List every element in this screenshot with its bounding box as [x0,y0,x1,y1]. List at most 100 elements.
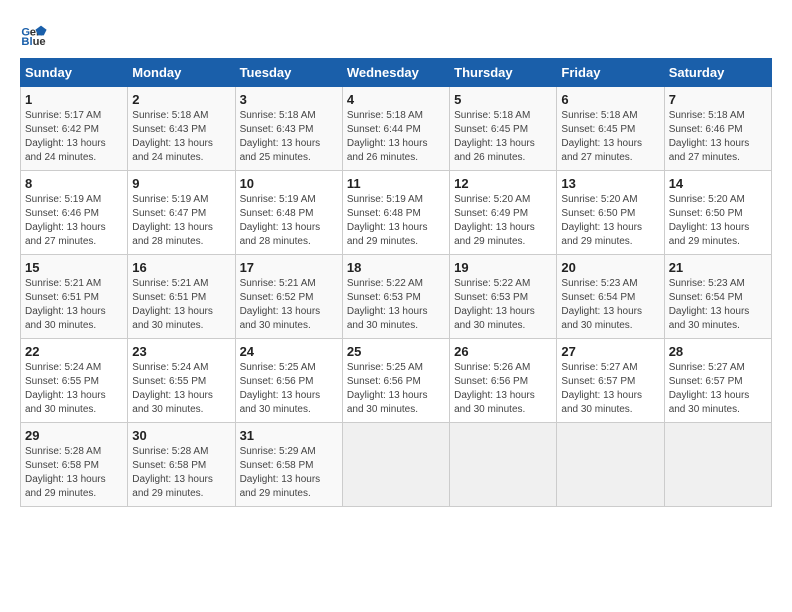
day-info: Sunrise: 5:24 AM Sunset: 6:55 PM Dayligh… [132,361,230,417]
day-info: Sunrise: 5:21 AM Sunset: 6:51 PM Dayligh… [25,277,123,333]
day-number: 26 [454,344,552,359]
day-number: 16 [132,260,230,275]
day-number: 12 [454,176,552,191]
day-number: 8 [25,176,123,191]
day-number: 13 [561,176,659,191]
col-header-sunday: Sunday [21,59,128,87]
day-info: Sunrise: 5:19 AM Sunset: 6:47 PM Dayligh… [132,193,230,249]
col-header-saturday: Saturday [664,59,771,87]
day-number: 6 [561,92,659,107]
day-info: Sunrise: 5:20 AM Sunset: 6:50 PM Dayligh… [669,193,767,249]
calendar-cell: 3 Sunrise: 5:18 AM Sunset: 6:43 PM Dayli… [235,87,342,171]
calendar-cell: 8 Sunrise: 5:19 AM Sunset: 6:46 PM Dayli… [21,171,128,255]
calendar-cell: 27 Sunrise: 5:27 AM Sunset: 6:57 PM Dayl… [557,339,664,423]
calendar-cell: 29 Sunrise: 5:28 AM Sunset: 6:58 PM Dayl… [21,423,128,507]
calendar-week-1: 1 Sunrise: 5:17 AM Sunset: 6:42 PM Dayli… [21,87,772,171]
day-number: 11 [347,176,445,191]
calendar-cell: 10 Sunrise: 5:19 AM Sunset: 6:48 PM Dayl… [235,171,342,255]
calendar-cell: 16 Sunrise: 5:21 AM Sunset: 6:51 PM Dayl… [128,255,235,339]
calendar-cell: 30 Sunrise: 5:28 AM Sunset: 6:58 PM Dayl… [128,423,235,507]
day-info: Sunrise: 5:19 AM Sunset: 6:48 PM Dayligh… [240,193,338,249]
day-info: Sunrise: 5:25 AM Sunset: 6:56 PM Dayligh… [347,361,445,417]
day-info: Sunrise: 5:19 AM Sunset: 6:48 PM Dayligh… [347,193,445,249]
calendar-week-5: 29 Sunrise: 5:28 AM Sunset: 6:58 PM Dayl… [21,423,772,507]
day-info: Sunrise: 5:20 AM Sunset: 6:49 PM Dayligh… [454,193,552,249]
day-info: Sunrise: 5:18 AM Sunset: 6:46 PM Dayligh… [669,109,767,165]
day-number: 22 [25,344,123,359]
calendar-week-2: 8 Sunrise: 5:19 AM Sunset: 6:46 PM Dayli… [21,171,772,255]
day-info: Sunrise: 5:18 AM Sunset: 6:44 PM Dayligh… [347,109,445,165]
day-number: 9 [132,176,230,191]
calendar-cell: 12 Sunrise: 5:20 AM Sunset: 6:49 PM Dayl… [450,171,557,255]
calendar-cell [664,423,771,507]
day-number: 10 [240,176,338,191]
calendar-cell [342,423,449,507]
calendar-week-4: 22 Sunrise: 5:24 AM Sunset: 6:55 PM Dayl… [21,339,772,423]
day-number: 5 [454,92,552,107]
day-number: 3 [240,92,338,107]
calendar-week-3: 15 Sunrise: 5:21 AM Sunset: 6:51 PM Dayl… [21,255,772,339]
calendar-cell [450,423,557,507]
day-info: Sunrise: 5:29 AM Sunset: 6:58 PM Dayligh… [240,445,338,501]
calendar-cell: 15 Sunrise: 5:21 AM Sunset: 6:51 PM Dayl… [21,255,128,339]
col-header-monday: Monday [128,59,235,87]
calendar-cell: 6 Sunrise: 5:18 AM Sunset: 6:45 PM Dayli… [557,87,664,171]
day-info: Sunrise: 5:25 AM Sunset: 6:56 PM Dayligh… [240,361,338,417]
calendar-cell: 14 Sunrise: 5:20 AM Sunset: 6:50 PM Dayl… [664,171,771,255]
calendar-cell: 20 Sunrise: 5:23 AM Sunset: 6:54 PM Dayl… [557,255,664,339]
day-info: Sunrise: 5:24 AM Sunset: 6:55 PM Dayligh… [25,361,123,417]
calendar-cell: 25 Sunrise: 5:25 AM Sunset: 6:56 PM Dayl… [342,339,449,423]
day-info: Sunrise: 5:18 AM Sunset: 6:43 PM Dayligh… [132,109,230,165]
calendar-cell: 5 Sunrise: 5:18 AM Sunset: 6:45 PM Dayli… [450,87,557,171]
col-header-friday: Friday [557,59,664,87]
day-number: 17 [240,260,338,275]
day-number: 15 [25,260,123,275]
day-info: Sunrise: 5:22 AM Sunset: 6:53 PM Dayligh… [454,277,552,333]
col-header-wednesday: Wednesday [342,59,449,87]
calendar-cell: 17 Sunrise: 5:21 AM Sunset: 6:52 PM Dayl… [235,255,342,339]
header-row: SundayMondayTuesdayWednesdayThursdayFrid… [21,59,772,87]
logo-icon: G en Bl ue [20,20,48,48]
calendar-cell: 31 Sunrise: 5:29 AM Sunset: 6:58 PM Dayl… [235,423,342,507]
day-number: 19 [454,260,552,275]
day-number: 30 [132,428,230,443]
calendar-cell [557,423,664,507]
day-info: Sunrise: 5:23 AM Sunset: 6:54 PM Dayligh… [561,277,659,333]
day-number: 28 [669,344,767,359]
day-info: Sunrise: 5:18 AM Sunset: 6:45 PM Dayligh… [561,109,659,165]
calendar-cell: 7 Sunrise: 5:18 AM Sunset: 6:46 PM Dayli… [664,87,771,171]
calendar-cell: 22 Sunrise: 5:24 AM Sunset: 6:55 PM Dayl… [21,339,128,423]
calendar-cell: 1 Sunrise: 5:17 AM Sunset: 6:42 PM Dayli… [21,87,128,171]
calendar-cell: 23 Sunrise: 5:24 AM Sunset: 6:55 PM Dayl… [128,339,235,423]
day-info: Sunrise: 5:27 AM Sunset: 6:57 PM Dayligh… [669,361,767,417]
calendar-cell: 18 Sunrise: 5:22 AM Sunset: 6:53 PM Dayl… [342,255,449,339]
day-info: Sunrise: 5:21 AM Sunset: 6:52 PM Dayligh… [240,277,338,333]
day-info: Sunrise: 5:18 AM Sunset: 6:43 PM Dayligh… [240,109,338,165]
day-number: 2 [132,92,230,107]
calendar-cell: 28 Sunrise: 5:27 AM Sunset: 6:57 PM Dayl… [664,339,771,423]
svg-text:ue: ue [33,36,46,48]
day-number: 21 [669,260,767,275]
day-number: 25 [347,344,445,359]
svg-text:Bl: Bl [21,36,32,48]
col-header-tuesday: Tuesday [235,59,342,87]
day-number: 27 [561,344,659,359]
day-info: Sunrise: 5:21 AM Sunset: 6:51 PM Dayligh… [132,277,230,333]
day-number: 18 [347,260,445,275]
day-info: Sunrise: 5:17 AM Sunset: 6:42 PM Dayligh… [25,109,123,165]
calendar-cell: 11 Sunrise: 5:19 AM Sunset: 6:48 PM Dayl… [342,171,449,255]
calendar-cell: 24 Sunrise: 5:25 AM Sunset: 6:56 PM Dayl… [235,339,342,423]
day-info: Sunrise: 5:27 AM Sunset: 6:57 PM Dayligh… [561,361,659,417]
col-header-thursday: Thursday [450,59,557,87]
day-info: Sunrise: 5:19 AM Sunset: 6:46 PM Dayligh… [25,193,123,249]
calendar-cell: 4 Sunrise: 5:18 AM Sunset: 6:44 PM Dayli… [342,87,449,171]
calendar-cell: 2 Sunrise: 5:18 AM Sunset: 6:43 PM Dayli… [128,87,235,171]
calendar-cell: 26 Sunrise: 5:26 AM Sunset: 6:56 PM Dayl… [450,339,557,423]
calendar-cell: 13 Sunrise: 5:20 AM Sunset: 6:50 PM Dayl… [557,171,664,255]
calendar-cell: 9 Sunrise: 5:19 AM Sunset: 6:47 PM Dayli… [128,171,235,255]
day-number: 20 [561,260,659,275]
day-info: Sunrise: 5:20 AM Sunset: 6:50 PM Dayligh… [561,193,659,249]
page-header: G en Bl ue [20,20,772,48]
day-number: 4 [347,92,445,107]
day-number: 29 [25,428,123,443]
